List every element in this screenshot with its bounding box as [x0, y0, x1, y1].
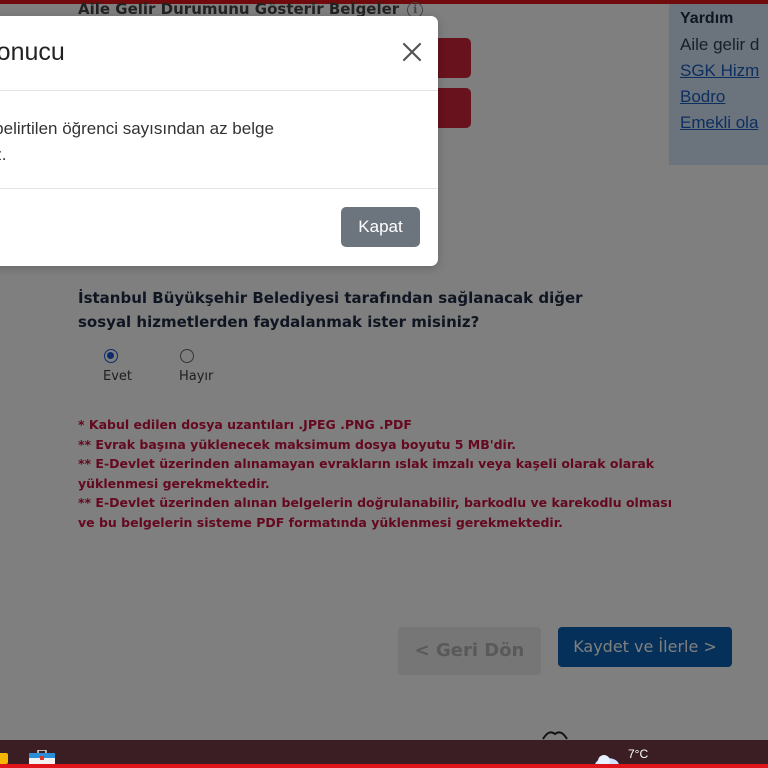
temperature-label: 7°C [628, 747, 649, 761]
modal-title: Sonucu [0, 38, 65, 66]
cursor-icon [542, 731, 568, 740]
modal-message: e belirtilen öğrenci sayısından az belge… [0, 116, 410, 168]
close-modal-button[interactable]: Kapat [341, 207, 420, 247]
modal-footer-divider [0, 188, 438, 189]
result-modal: Sonucu e belirtilen öğrenci sayısından a… [0, 16, 438, 266]
modal-header: Sonucu [0, 16, 438, 91]
modal-message-line: niz. [0, 145, 7, 164]
close-icon[interactable] [400, 40, 424, 64]
folder-icon[interactable] [0, 753, 8, 764]
screen-border-bottom [0, 764, 768, 768]
modal-message-line: e belirtilen öğrenci sayısından az belge [0, 119, 274, 138]
